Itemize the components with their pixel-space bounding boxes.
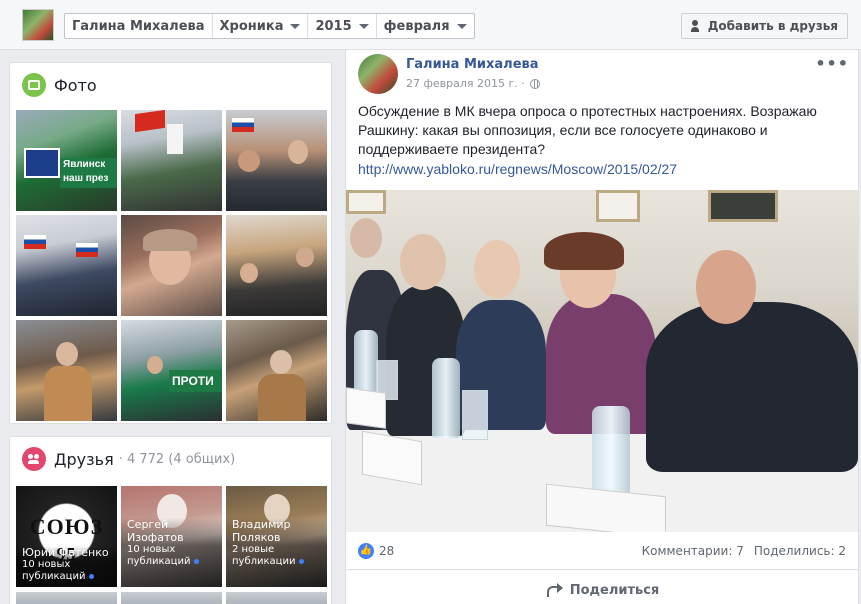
post-text: Обсуждение в МК вчера опроса о протестны…	[358, 103, 817, 157]
post-author-avatar[interactable]	[358, 54, 398, 94]
comments-count[interactable]: Комментарии: 7	[642, 544, 744, 558]
friend-name[interactable]: Сергей Изофатов	[127, 518, 187, 544]
post-date[interactable]: 27 февраля 2015 г. ·	[406, 77, 525, 90]
post-timestamp: 27 февраля 2015 г. ·	[406, 77, 540, 90]
friend-tile[interactable]: Владимир Поляков 2 новые публикации	[226, 486, 327, 587]
add-friend-icon	[690, 20, 703, 32]
post-stats: 👍 28 Комментарии: 7 Поделились: 2	[346, 532, 858, 570]
photo-grid: Явлинск наш през ПРОТИ	[16, 110, 327, 421]
share-label: Поделиться	[569, 582, 660, 598]
friend-caption: Владимир Поляков 2 новые публикации	[226, 518, 327, 587]
reactions-count[interactable]: 28	[379, 544, 394, 558]
photo-thumbnail[interactable]	[226, 215, 327, 316]
profile-avatar[interactable]	[22, 9, 54, 41]
share-icon	[545, 583, 563, 597]
breadcrumb: Галина Михалева Хроника 2015 февраля	[64, 13, 475, 39]
friends-card-header: Друзья · 4 772 (4 общих)	[10, 437, 331, 481]
friend-grid: СОЮЗ95 Юрий Фатенко 10 новых публикаций …	[16, 486, 327, 587]
post-author-name[interactable]: Галина Михалева	[406, 57, 539, 72]
post-options-button[interactable]: •••	[815, 54, 849, 73]
timeline-post: Галина Михалева 27 февраля 2015 г. · •••…	[345, 49, 859, 604]
post-link[interactable]: http://www.yabloko.ru/regnews/Moscow/201…	[358, 161, 677, 177]
timeline-navigation-bar: Галина Михалева Хроника 2015 февраля Доб…	[0, 0, 861, 50]
new-dot-icon	[193, 558, 199, 564]
share-button[interactable]: Поделиться	[346, 572, 858, 604]
friend-updates: 10 новых публикаций	[22, 559, 111, 583]
photos-card-header: Фото	[10, 63, 331, 107]
new-dot-icon	[88, 573, 94, 579]
photo-icon	[22, 73, 46, 97]
friend-updates: 10 новых публикаций	[127, 544, 216, 568]
photo-thumbnail[interactable]	[226, 110, 327, 211]
photo-thumbnail[interactable]	[121, 215, 222, 316]
friend-caption: Сергей Изофатов 10 новых публикаций	[121, 518, 222, 587]
post-photo[interactable]	[346, 190, 858, 532]
crumb-year[interactable]: 2015	[308, 14, 377, 38]
crumb-label: Галина Михалева	[72, 18, 205, 34]
friend-tile[interactable]: Сергей Изофатов 10 новых публикаций	[121, 486, 222, 587]
photo-thumbnail[interactable]: Явлинск наш през	[16, 110, 117, 211]
friend-updates: 2 новые публикации	[232, 544, 321, 568]
photos-card: Фото Явлинск наш през ПРОТИ	[9, 62, 332, 424]
photo-thumbnail[interactable]: ПРОТИ	[121, 320, 222, 421]
crumb-label: Хроника	[219, 18, 284, 34]
crumb-month[interactable]: февраля	[377, 14, 474, 38]
chevron-down-icon	[290, 23, 301, 29]
friends-count: · 4 772 (4 общих)	[118, 451, 236, 467]
banner-text: ПРОТИ	[172, 374, 214, 388]
photo-thumbnail[interactable]	[16, 320, 117, 421]
crumb-label: 2015	[315, 18, 352, 34]
globe-icon	[529, 78, 540, 89]
add-friend-button[interactable]: Добавить в друзья	[680, 13, 848, 39]
friend-name[interactable]: Владимир Поляков	[232, 518, 302, 544]
shares-count[interactable]: Поделились: 2	[754, 544, 846, 558]
friends-card: Друзья · 4 772 (4 общих) СОЮЗ95 Юрий Фат…	[9, 436, 332, 604]
add-friend-label: Добавить в друзья	[707, 19, 838, 33]
chevron-down-icon	[358, 23, 369, 29]
friends-icon	[22, 447, 46, 471]
friend-caption: Юрий Фатенко 10 новых публикаций	[16, 546, 117, 587]
chevron-down-icon	[456, 23, 467, 29]
like-icon: 👍	[358, 542, 374, 559]
photo-thumbnail[interactable]	[226, 320, 327, 421]
banner-text: Явлинск	[63, 159, 106, 170]
friend-tile[interactable]: СОЮЗ95 Юрий Фатенко 10 новых публикаций	[16, 486, 117, 587]
photos-title[interactable]: Фото	[54, 76, 97, 95]
friend-grid-next-row	[16, 592, 327, 604]
crumb-label: февраля	[383, 18, 450, 34]
banner-text: наш през	[63, 173, 109, 184]
photo-thumbnail[interactable]	[121, 110, 222, 211]
crumb-profile-name[interactable]: Галина Михалева	[65, 14, 213, 38]
friends-title[interactable]: Друзья	[54, 450, 114, 469]
new-dot-icon	[298, 558, 304, 564]
photo-thumbnail[interactable]	[16, 215, 117, 316]
friend-name[interactable]: Юрий Фатенко	[22, 546, 111, 559]
crumb-timeline[interactable]: Хроника	[213, 14, 309, 38]
